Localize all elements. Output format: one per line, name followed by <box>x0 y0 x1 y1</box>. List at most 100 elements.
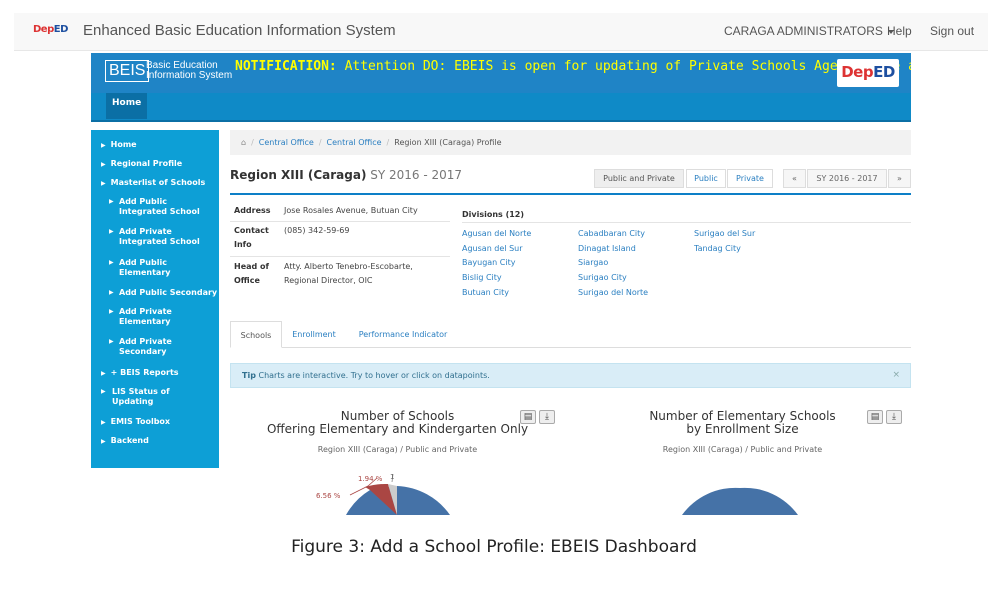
division-link[interactable]: Surigao del Norte <box>578 288 648 297</box>
sidebar-item-add-public-secondary[interactable]: ▶ Add Public Secondary <box>109 288 219 298</box>
contact-label: Contact Info <box>234 224 269 252</box>
download-icon[interactable]: ⤓ <box>539 410 555 424</box>
signout-link[interactable]: Sign out <box>930 24 974 38</box>
division-link[interactable]: Bislig City <box>462 273 502 282</box>
pie-chart-enrollment[interactable] <box>680 480 800 515</box>
division-link[interactable]: Agusan del Norte <box>462 229 531 238</box>
top-navbar: DepED Enhanced Basic Education Informati… <box>14 13 988 51</box>
chart-title-schools: Number of Schools Offering Elementary and… <box>250 410 545 436</box>
close-icon[interactable]: × <box>892 364 900 387</box>
print-icon[interactable]: ▤ <box>520 410 536 424</box>
division-link[interactable]: Cabadbaran City <box>578 229 645 238</box>
division-link[interactable]: Butuan City <box>462 288 509 297</box>
breadcrumb: ⌂ / Central Office / Central Office / Region X… <box>230 130 911 155</box>
sidebar-item-label: Add Private Integrated School <box>119 227 200 246</box>
sidebar-item-add-public-elementary[interactable]: ▶ Add Public Elementary <box>109 258 215 278</box>
head-value-1: Atty. Alberto Tenebro-Escobarte, <box>284 262 413 271</box>
sidebar-item-masterlist[interactable]: ▶ Masterlist of Schools <box>101 178 205 189</box>
sidebar-item-label: Home <box>110 140 137 149</box>
division-link[interactable]: Tandag City <box>694 244 741 253</box>
title-divider <box>230 193 911 195</box>
page-title: Region XIII (Caraga) SY 2016 - 2017 <box>230 168 462 182</box>
triangle-right-icon: ▶ <box>101 161 106 168</box>
filter-public-and-private[interactable]: Public and Private <box>594 169 684 188</box>
breadcrumb-central-office[interactable]: Central Office <box>259 138 314 147</box>
sidebar-item-beis-reports[interactable]: ▶ + BEIS Reports <box>101 368 179 379</box>
tab-performance-indicator[interactable]: Performance Indicator <box>350 321 456 348</box>
sidebar-item-add-public-integrated[interactable]: ▶ Add Public Integrated School <box>109 197 215 217</box>
sidebar-item-label: Add Public Secondary <box>119 288 218 297</box>
download-icon[interactable]: ⤓ <box>886 410 902 424</box>
division-link[interactable]: Siargao <box>578 258 608 267</box>
triangle-right-icon: ▶ <box>101 388 106 395</box>
divisions-heading: Divisions (12) <box>462 210 525 219</box>
school-year: SY 2016 - 2017 <box>366 168 463 182</box>
triangle-right-icon: ▶ <box>101 180 106 187</box>
triangle-right-icon: ▶ <box>109 259 114 266</box>
prev-year-button[interactable]: « <box>783 169 806 188</box>
sidebar-item-label: Backend <box>110 436 149 445</box>
sidebar-item-backend[interactable]: ▶ Backend <box>101 436 149 447</box>
pie-slice-blue[interactable] <box>682 487 798 515</box>
menu-home[interactable]: Home <box>106 93 148 119</box>
sidebar-item-add-private-elementary[interactable]: ▶ Add Private Elementary <box>109 307 215 327</box>
tab-enrollment[interactable]: Enrollment <box>284 321 344 348</box>
deped-logo[interactable]: DepED <box>33 24 68 35</box>
sidebar-item-label: Regional Profile <box>110 159 183 168</box>
print-icon[interactable]: ▤ <box>867 410 883 424</box>
tip-alert: Tip Charts are interactive. Try to hover… <box>230 363 911 388</box>
sidebar-item-label: + BEIS Reports <box>110 368 179 377</box>
sidebar-item-add-private-integrated[interactable]: ▶ Add Private Integrated School <box>109 227 215 247</box>
sidebar-item-label: LIS Status of Updating <box>112 387 170 406</box>
sidebar-item-lis-status[interactable]: ▶ LIS Status of Updating <box>101 387 211 407</box>
user-name: CARAGA ADMINISTRATORS <box>724 24 883 38</box>
division-link[interactable]: Agusan del Sur <box>462 244 523 253</box>
triangle-right-icon: ▶ <box>101 142 106 149</box>
head-value-2: Regional Director, OIC <box>284 276 373 285</box>
chart-subtitle: Region XIII (Caraga) / Public and Privat… <box>662 445 823 454</box>
address-label: Address <box>234 206 271 215</box>
breadcrumb-current: Region XIII (Caraga) Profile <box>394 138 502 147</box>
sidebar-item-regional-profile[interactable]: ▶ Regional Profile <box>101 159 182 170</box>
sidebar-item-label: Add Private Secondary <box>119 337 172 356</box>
chart-title-enrollment-size: Number of Elementary Schools by Enrollmen… <box>600 410 885 436</box>
division-link[interactable]: Surigao City <box>578 273 627 282</box>
chart-subtitle: Region XIII (Caraga) / Public and Privat… <box>317 445 478 454</box>
address-value: Jose Rosales Avenue, Butuan City <box>284 206 418 215</box>
breadcrumb-central-office-2[interactable]: Central Office <box>327 138 382 147</box>
pie-chart-schools[interactable]: 6.56 % 1.94 % 1 <box>290 460 490 515</box>
notification-label: NOTIFICATION: <box>235 59 337 74</box>
user-menu[interactable]: CARAGA ADMINISTRATORS <box>724 24 894 38</box>
header-banner: BEIS Basic Education Information System … <box>91 53 911 93</box>
pie-label: 6.56 % <box>316 492 341 500</box>
filter-private[interactable]: Private <box>727 169 773 188</box>
triangle-right-icon: ▶ <box>109 198 114 205</box>
head-label-1: Head of <box>234 262 270 271</box>
logo-suffix: ED <box>53 24 69 35</box>
sidebar: ▶ Home ▶ Regional Profile ▶ Masterlist of S… <box>91 130 219 468</box>
contact-value: (085) 342-59-69 <box>284 226 350 235</box>
info-divider <box>230 256 450 257</box>
next-year-button[interactable]: » <box>888 169 911 188</box>
pie-slice-blue[interactable] <box>397 486 450 515</box>
head-label: Head of Office <box>234 260 269 288</box>
help-link[interactable]: Help <box>887 24 912 38</box>
tab-schools[interactable]: Schools <box>230 321 282 348</box>
app-title[interactable]: Enhanced Basic Education Information Sys… <box>83 22 396 39</box>
tip-label: Tip <box>242 371 256 380</box>
school-year-button[interactable]: SY 2016 - 2017 <box>807 169 887 188</box>
triangle-right-icon: ▶ <box>109 338 114 345</box>
head-label-2: Office <box>234 276 260 285</box>
filter-public[interactable]: Public <box>686 169 726 188</box>
deped-prefix: Dep <box>841 63 874 81</box>
division-link[interactable]: Dinagat Island <box>578 244 636 253</box>
sidebar-item-add-private-secondary[interactable]: ▶ Add Private Secondary <box>109 337 215 357</box>
sidebar-item-label: Masterlist of Schools <box>110 178 206 187</box>
triangle-right-icon: ▶ <box>109 289 114 296</box>
division-link[interactable]: Surigao del Sur <box>694 229 755 238</box>
division-link[interactable]: Bayugan City <box>462 258 515 267</box>
home-icon[interactable]: ⌂ <box>241 138 246 147</box>
sidebar-item-home[interactable]: ▶ Home <box>101 140 137 151</box>
sidebar-item-emis-toolbox[interactable]: ▶ EMIS Toolbox <box>101 417 170 428</box>
sidebar-item-label: Add Public Elementary <box>119 258 171 277</box>
